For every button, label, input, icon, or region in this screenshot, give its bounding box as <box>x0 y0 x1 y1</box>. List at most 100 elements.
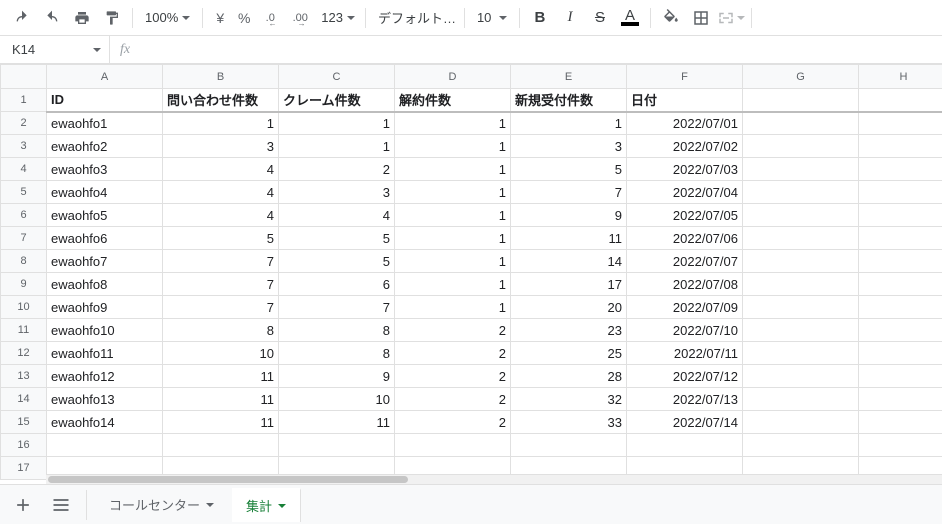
cell[interactable] <box>395 434 511 457</box>
cell[interactable]: 1 <box>163 112 279 135</box>
cell[interactable]: 1 <box>279 112 395 135</box>
cell[interactable] <box>859 204 942 227</box>
row-header[interactable]: 4 <box>1 158 47 181</box>
cell[interactable]: 5 <box>279 227 395 250</box>
cell[interactable] <box>279 434 395 457</box>
cell[interactable]: 2022/07/06 <box>627 227 743 250</box>
cell[interactable] <box>743 388 859 411</box>
cell[interactable]: 2 <box>395 342 511 365</box>
row-header[interactable]: 10 <box>1 296 47 319</box>
formula-input[interactable] <box>140 36 942 63</box>
cell[interactable] <box>743 434 859 457</box>
col-header[interactable]: C <box>279 65 395 89</box>
cell[interactable]: 2022/07/04 <box>627 181 743 204</box>
spreadsheet-grid[interactable]: A B C D E F G H 1ID問い合わせ件数クレーム件数解約件数新規受付… <box>0 64 942 484</box>
font-size-dropdown[interactable]: 10 <box>471 5 513 31</box>
cell[interactable]: 2022/07/12 <box>627 365 743 388</box>
cell[interactable] <box>859 181 942 204</box>
cell[interactable]: 1 <box>395 250 511 273</box>
cell[interactable]: 1 <box>395 112 511 135</box>
col-header[interactable]: B <box>163 65 279 89</box>
cell[interactable]: 2 <box>395 319 511 342</box>
cell[interactable]: 5 <box>163 227 279 250</box>
cell[interactable]: 1 <box>395 273 511 296</box>
cell[interactable]: 32 <box>511 388 627 411</box>
cell[interactable]: クレーム件数 <box>279 89 395 112</box>
cell[interactable]: 23 <box>511 319 627 342</box>
cell[interactable]: 4 <box>163 181 279 204</box>
cell[interactable]: 2022/07/05 <box>627 204 743 227</box>
cell[interactable]: ewaohfo11 <box>47 342 163 365</box>
all-sheets-button[interactable] <box>44 490 78 520</box>
cell[interactable]: 10 <box>163 342 279 365</box>
cell[interactable] <box>859 250 942 273</box>
cell[interactable]: 5 <box>511 158 627 181</box>
cell[interactable]: 7 <box>163 250 279 273</box>
cell[interactable]: 2022/07/02 <box>627 135 743 158</box>
cell[interactable] <box>859 135 942 158</box>
cell[interactable]: 10 <box>279 388 395 411</box>
cell[interactable]: 1 <box>395 296 511 319</box>
cell[interactable] <box>743 273 859 296</box>
cell[interactable] <box>859 411 942 434</box>
cell[interactable] <box>859 112 942 135</box>
redo-button[interactable] <box>38 5 66 31</box>
cell[interactable] <box>859 388 942 411</box>
cell[interactable]: ewaohfo9 <box>47 296 163 319</box>
cell[interactable] <box>47 434 163 457</box>
col-header[interactable]: A <box>47 65 163 89</box>
scrollbar-thumb[interactable] <box>48 476 408 483</box>
cell[interactable]: 8 <box>163 319 279 342</box>
cell[interactable]: 新規受付件数 <box>511 89 627 112</box>
cell[interactable] <box>743 112 859 135</box>
cell[interactable]: ewaohfo8 <box>47 273 163 296</box>
cell[interactable]: 11 <box>163 411 279 434</box>
cell[interactable]: 4 <box>163 158 279 181</box>
row-header[interactable]: 3 <box>1 135 47 158</box>
cell[interactable]: 5 <box>279 250 395 273</box>
cell[interactable]: 解約件数 <box>395 89 511 112</box>
cell[interactable]: 6 <box>279 273 395 296</box>
currency-button[interactable]: ¥ <box>209 5 231 31</box>
cell[interactable]: 1 <box>279 135 395 158</box>
cell[interactable]: ewaohfo6 <box>47 227 163 250</box>
cell[interactable] <box>859 296 942 319</box>
cell[interactable]: 1 <box>511 112 627 135</box>
cell[interactable]: ewaohfo10 <box>47 319 163 342</box>
number-format-dropdown[interactable]: 123 <box>317 5 359 31</box>
cell[interactable]: ewaohfo3 <box>47 158 163 181</box>
cell[interactable] <box>743 411 859 434</box>
cell[interactable] <box>163 434 279 457</box>
cell[interactable] <box>743 135 859 158</box>
select-all-corner[interactable] <box>1 65 47 89</box>
italic-button[interactable]: I <box>556 5 584 31</box>
cell[interactable]: ewaohfo7 <box>47 250 163 273</box>
cell[interactable] <box>743 89 859 112</box>
strikethrough-button[interactable]: S <box>586 5 614 31</box>
cell[interactable]: 2 <box>395 411 511 434</box>
cell[interactable]: 1 <box>395 204 511 227</box>
cell[interactable]: 4 <box>279 204 395 227</box>
cell[interactable]: 8 <box>279 319 395 342</box>
cell[interactable] <box>743 296 859 319</box>
cell[interactable]: 1 <box>395 158 511 181</box>
borders-button[interactable] <box>687 5 715 31</box>
cell[interactable]: 25 <box>511 342 627 365</box>
cell[interactable]: 14 <box>511 250 627 273</box>
row-header[interactable]: 9 <box>1 273 47 296</box>
row-header[interactable]: 2 <box>1 112 47 135</box>
cell[interactable]: 3 <box>279 181 395 204</box>
cell[interactable] <box>743 158 859 181</box>
sheet-tab-summary[interactable]: 集計 <box>232 488 301 522</box>
paint-format-button[interactable] <box>98 5 126 31</box>
cell[interactable] <box>743 227 859 250</box>
name-box[interactable]: K14 <box>0 36 110 63</box>
cell[interactable]: 17 <box>511 273 627 296</box>
cell[interactable] <box>859 365 942 388</box>
cell[interactable] <box>511 434 627 457</box>
row-header[interactable]: 6 <box>1 204 47 227</box>
cell[interactable]: 1 <box>395 227 511 250</box>
row-header[interactable]: 8 <box>1 250 47 273</box>
cell[interactable] <box>743 319 859 342</box>
cell[interactable]: 日付 <box>627 89 743 112</box>
